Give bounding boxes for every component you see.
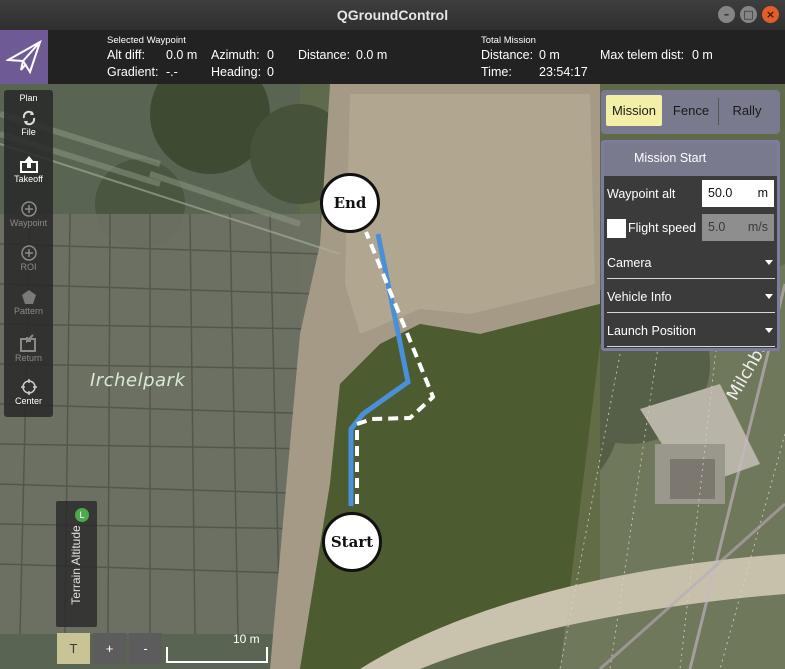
window-titlebar: QGroundControl – □ × — [0, 0, 785, 31]
window-title: QGroundControl — [336, 7, 449, 23]
tab-mission[interactable]: Mission — [606, 95, 662, 126]
sync-icon — [22, 110, 35, 126]
tab-rally[interactable]: Rally — [719, 95, 775, 126]
tool-plan[interactable]: Plan — [4, 93, 53, 103]
map-scale-bar — [166, 647, 268, 663]
plus-circle-icon — [20, 201, 37, 217]
flight-speed-value: 5.0 — [708, 220, 726, 234]
return-icon — [19, 334, 36, 352]
plan-view-button[interactable] — [0, 30, 48, 84]
minimize-button[interactable]: – — [718, 6, 735, 23]
heading-value: 0 — [267, 65, 274, 79]
distance-label: Distance: — [298, 48, 351, 62]
waypoint-alt-unit: m — [757, 186, 768, 200]
plan-toolbar: Selected Waypoint Alt diff: 0.0 m Azimut… — [0, 30, 785, 84]
takeoff-icon — [19, 156, 38, 173]
time-value: 23:54:17 — [539, 65, 588, 79]
section-camera[interactable]: Camera — [607, 247, 775, 279]
waypoint-alt-label: Waypoint alt — [607, 187, 676, 201]
tab-fence[interactable]: Fence — [663, 95, 719, 126]
alt-diff-label: Alt diff: — [107, 48, 145, 62]
zoom-in-button[interactable]: + — [93, 633, 126, 664]
tool-waypoint-label: Waypoint — [9, 218, 48, 228]
tool-roi-label: ROI — [20, 262, 37, 272]
plus-circle-icon — [20, 245, 37, 261]
gradient-value: -.- — [166, 65, 178, 79]
flight-speed-label: Flight speed — [628, 221, 697, 235]
park-label: Irchelpark — [90, 370, 186, 391]
azimuth-value: 0 — [267, 48, 274, 62]
tool-pattern[interactable]: Pattern — [4, 288, 53, 316]
section-launch-position-label: Launch Position — [607, 324, 696, 338]
tool-file-label: File — [21, 127, 36, 137]
section-camera-label: Camera — [607, 256, 652, 270]
max-telem-value: 0 m — [692, 48, 713, 62]
pentagon-icon — [21, 290, 36, 304]
tool-center-label: Center — [14, 396, 42, 406]
chevron-down-icon — [765, 260, 773, 265]
flight-speed-checkbox[interactable] — [607, 219, 626, 238]
waypoint-alt-value: 50.0 — [708, 186, 733, 200]
time-label: Time: — [481, 65, 512, 79]
section-vehicle-info[interactable]: Vehicle Info — [607, 281, 775, 313]
mission-start-panel: Mission Start Waypoint alt 50.0 m Flight… — [601, 140, 780, 351]
plan-type-tabs: Mission Fence Rally — [601, 90, 780, 134]
total-mission-heading: Total Mission — [481, 35, 536, 46]
selected-waypoint-heading: Selected Waypoint — [107, 35, 186, 46]
terrain-toggle-button[interactable]: T — [57, 633, 90, 664]
tool-waypoint[interactable]: Waypoint — [4, 200, 53, 228]
section-vehicle-info-label: Vehicle Info — [607, 290, 672, 304]
waypoint-end-marker[interactable]: End — [320, 173, 380, 233]
terrain-altitude-panel[interactable]: L Terrain Altitude — [56, 501, 97, 627]
crosshair-icon — [20, 379, 37, 395]
waypoint-start-marker[interactable]: Start — [322, 512, 382, 572]
section-launch-position[interactable]: Launch Position — [607, 315, 775, 347]
chevron-down-icon — [765, 328, 773, 333]
gradient-label: Gradient: — [107, 65, 159, 79]
tool-return[interactable]: Return — [4, 333, 53, 363]
heading-label: Heading: — [211, 65, 262, 79]
tool-roi[interactable]: ROI — [4, 244, 53, 272]
tool-center[interactable]: Center — [4, 378, 53, 406]
window-controls: – □ × — [718, 6, 779, 23]
azimuth-label: Azimuth: — [211, 48, 260, 62]
waypoint-alt-field[interactable]: 50.0 m — [702, 180, 774, 207]
tool-takeoff[interactable]: Takeoff — [4, 154, 53, 184]
plan-tool-strip: Plan File Takeoff Waypoint ROI Pattern R… — [4, 90, 53, 417]
tool-takeoff-label: Takeoff — [14, 174, 43, 184]
close-button[interactable]: × — [762, 6, 779, 23]
maximize-button[interactable]: □ — [740, 6, 757, 23]
mission-start-header[interactable]: Mission Start — [604, 143, 777, 176]
alt-diff-value: 0.0 m — [166, 48, 198, 62]
tool-file[interactable]: File — [4, 109, 53, 137]
terrain-altitude-label: Terrain Altitude — [69, 525, 83, 605]
tool-plan-label: Plan — [19, 93, 38, 103]
map-scale-label: 10 m — [233, 632, 260, 646]
total-distance-label: Distance: — [481, 48, 534, 62]
zoom-out-button[interactable]: - — [129, 633, 162, 664]
tool-return-label: Return — [14, 353, 42, 363]
tool-pattern-label: Pattern — [13, 306, 44, 316]
flight-speed-field[interactable]: 5.0 m/s — [702, 214, 774, 241]
flight-speed-unit: m/s — [747, 220, 768, 234]
mission-start-title: Mission Start — [634, 151, 707, 165]
total-distance-value: 0 m — [539, 48, 560, 62]
chevron-down-icon — [765, 294, 773, 299]
distance-value: 0.0 m — [356, 48, 388, 62]
max-telem-label: Max telem dist: — [600, 48, 685, 62]
paper-plane-icon — [6, 40, 42, 74]
